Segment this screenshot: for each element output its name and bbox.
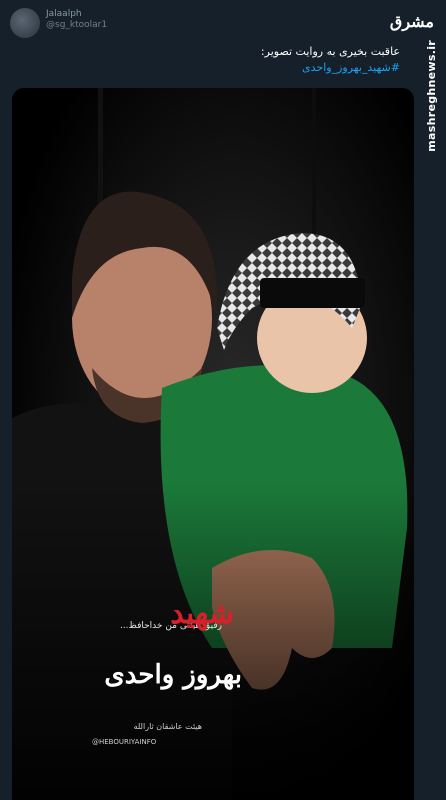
tweet-text: عاقبت بخیری به روایت تصویر: #شهید_بهروز_… (80, 44, 400, 76)
photo-illustration (12, 88, 414, 800)
user-name[interactable]: Jalaalph (46, 9, 107, 20)
tweet-text-line: عاقبت بخیری به روایت تصویر: (260, 45, 400, 58)
hashtag-link[interactable]: #شهید_بهروز_واحدی (80, 60, 400, 76)
logo-mark: مشرق (389, 12, 434, 31)
user-handle: @sg_ktoolar1 (46, 20, 108, 30)
image-title-red: شهید (170, 596, 234, 631)
image-title-name: بهروز واحدی (104, 660, 242, 690)
user-info[interactable]: Jalaalph @sg_ktoolar1 (46, 9, 107, 31)
instagram-handle: @HEBOURIYAINFO (92, 738, 157, 746)
avatar[interactable] (10, 8, 40, 38)
tweet-card[interactable]: Jalaalph @sg_ktoolar1 مشرق mashreghnews.… (0, 0, 446, 800)
logo-site: mashreghnews.ir (425, 40, 438, 152)
tweet-image[interactable]: رفیق هیئتی من خداحافظ... شهید بهروز واحد… (12, 88, 414, 800)
tweet-header: Jalaalph @sg_ktoolar1 (10, 6, 310, 38)
image-signature: هیئت عاشقان ثارالله (133, 722, 202, 731)
